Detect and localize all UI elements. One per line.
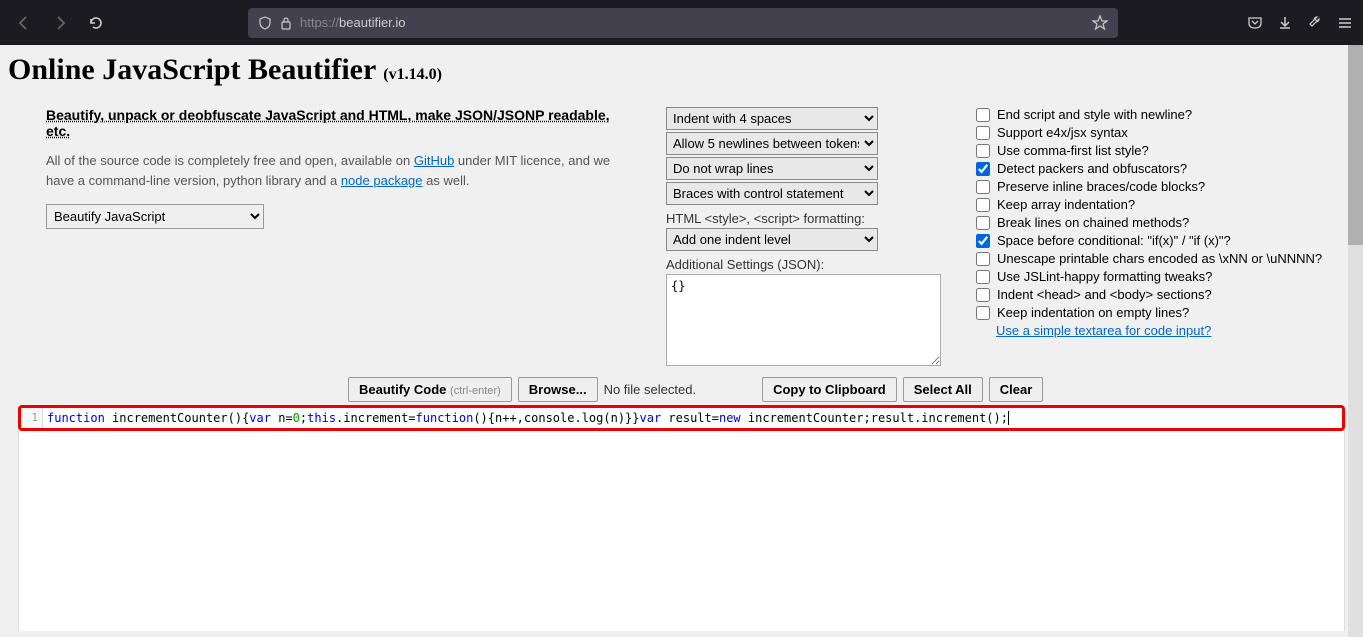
download-icon[interactable] — [1277, 15, 1293, 31]
checkbox-label: Use JSLint-happy formatting tweaks? — [997, 269, 1212, 284]
checkbox-preserve-inline[interactable] — [976, 180, 990, 194]
action-row: Beautify Code (ctrl-enter) Browse... No … — [348, 377, 1355, 402]
browser-toolbar: https://beautifier.io — [0, 0, 1363, 45]
beautify-button[interactable]: Beautify Code (ctrl-enter) — [348, 377, 512, 402]
simple-textarea-link[interactable]: Use a simple textarea for code input? — [996, 323, 1211, 338]
select-all-button[interactable]: Select All — [903, 377, 983, 402]
vertical-scrollbar[interactable] — [1348, 45, 1363, 637]
browser-right-icons — [1247, 15, 1353, 31]
shield-icon — [258, 16, 272, 30]
language-select[interactable]: Beautify JavaScript — [46, 204, 264, 229]
checkbox-keep-array[interactable] — [976, 198, 990, 212]
newlines-select[interactable]: Allow 5 newlines between tokens — [666, 132, 878, 155]
additional-settings-label: Additional Settings (JSON): — [666, 257, 946, 272]
checkbox-detect-packers[interactable] — [976, 162, 990, 176]
url-text: https://beautifier.io — [300, 15, 406, 30]
github-link[interactable]: GitHub — [414, 153, 454, 168]
wrench-icon[interactable] — [1307, 15, 1323, 31]
checkbox-comma-first[interactable] — [976, 144, 990, 158]
page-content: Online JavaScript Beautifier (v1.14.0) B… — [0, 45, 1363, 637]
page-title: Online JavaScript Beautifier (v1.14.0) — [8, 53, 1355, 87]
checkbox-label: End script and style with newline? — [997, 107, 1192, 122]
checkbox-indent-head[interactable] — [976, 288, 990, 302]
url-bar[interactable]: https://beautifier.io — [248, 8, 1118, 38]
lock-icon — [280, 16, 292, 30]
checkbox-e4x[interactable] — [976, 126, 990, 140]
checkbox-label: Use comma-first list style? — [997, 143, 1149, 158]
checkbox-break-chained[interactable] — [976, 216, 990, 230]
forward-button[interactable] — [46, 9, 74, 37]
checkbox-label: Support e4x/jsx syntax — [997, 125, 1128, 140]
checkbox-label: Indent <head> and <body> sections? — [997, 287, 1212, 302]
bookmark-star-icon[interactable] — [1092, 15, 1108, 31]
checkbox-label: Detect packers and obfuscators? — [997, 161, 1187, 176]
checkbox-label: Unescape printable chars encoded as \xNN… — [997, 251, 1322, 266]
pocket-icon[interactable] — [1247, 15, 1263, 31]
braces-select[interactable]: Braces with control statement — [666, 182, 878, 205]
copy-clipboard-button[interactable]: Copy to Clipboard — [762, 377, 897, 402]
hamburger-menu-icon[interactable] — [1337, 15, 1353, 31]
code-line[interactable]: function incrementCounter(){var n=0;this… — [43, 408, 1013, 428]
back-button[interactable] — [10, 9, 38, 37]
checkbox-label: Preserve inline braces/code blocks? — [997, 179, 1205, 194]
clear-button[interactable]: Clear — [989, 377, 1044, 402]
html-format-label: HTML <style>, <script> formatting: — [666, 211, 946, 226]
checkbox-keep-empty-indent[interactable] — [976, 306, 990, 320]
indent-select[interactable]: Indent with 4 spaces — [666, 107, 878, 130]
editor-empty-area[interactable] — [18, 431, 1345, 631]
reload-button[interactable] — [82, 9, 110, 37]
scrollbar-thumb[interactable] — [1348, 45, 1363, 245]
line-gutter: 1 — [21, 408, 43, 428]
checkbox-column: End script and style with newline? Suppo… — [976, 107, 1355, 369]
no-file-label: No file selected. — [604, 382, 697, 397]
checkbox-end-newline[interactable] — [976, 108, 990, 122]
html-format-select[interactable]: Add one indent level — [666, 228, 878, 251]
checkbox-label: Keep array indentation? — [997, 197, 1135, 212]
wrap-select[interactable]: Do not wrap lines — [666, 157, 878, 180]
checkbox-label: Keep indentation on empty lines? — [997, 305, 1189, 320]
checkbox-label: Break lines on chained methods? — [997, 215, 1189, 230]
description-text: All of the source code is completely fre… — [46, 151, 636, 190]
checkbox-label: Space before conditional: "if(x)" / "if … — [997, 233, 1231, 248]
additional-settings-textarea[interactable]: {} — [666, 274, 941, 366]
code-editor[interactable]: 1 function incrementCounter(){var n=0;th… — [18, 405, 1345, 431]
node-package-link[interactable]: node package — [341, 173, 423, 188]
checkbox-jslint[interactable] — [976, 270, 990, 284]
checkbox-space-conditional[interactable] — [976, 234, 990, 248]
subtitle-link[interactable]: Beautify, unpack or deobfuscate JavaScri… — [46, 107, 636, 139]
browse-button[interactable]: Browse... — [518, 377, 598, 402]
checkbox-unescape[interactable] — [976, 252, 990, 266]
